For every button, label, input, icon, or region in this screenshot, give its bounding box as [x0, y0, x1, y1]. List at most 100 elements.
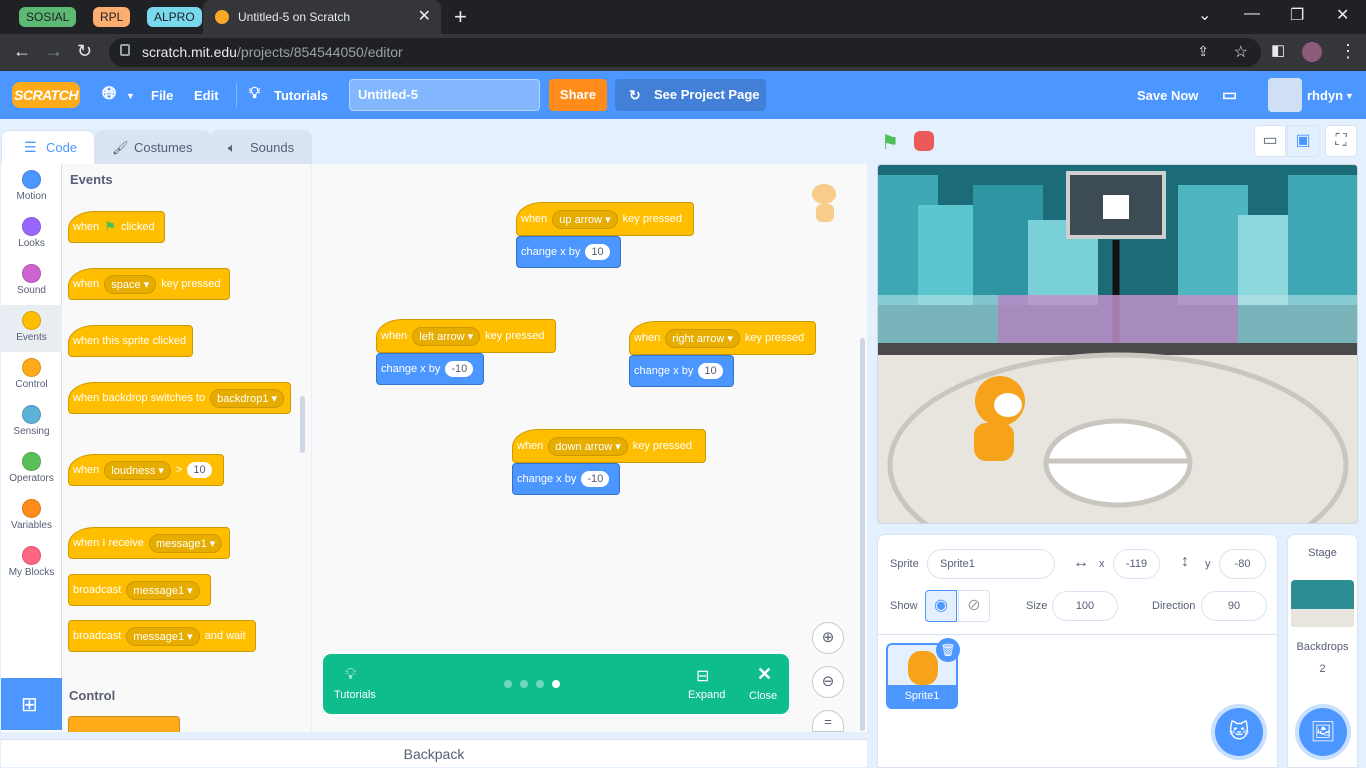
message-dropdown[interactable]: message1 ▾ [126, 580, 200, 600]
see-project-page-button[interactable]: ↻ See Project Page [615, 79, 766, 111]
close-window-icon[interactable]: ✕ [1336, 5, 1349, 25]
username-menu[interactable]: rhdyn [1307, 88, 1343, 103]
number-input[interactable]: 10 [585, 244, 610, 260]
backdrop-dropdown[interactable]: backdrop1 ▾ [210, 388, 285, 408]
stage-selector[interactable]: Stage Backdrops 2 🖼︎ [1287, 534, 1358, 768]
new-tab-button[interactable]: + [454, 4, 467, 30]
tutorial-page-dot[interactable] [504, 680, 512, 688]
address-bar[interactable]: scratch.mit.edu/projects/854544050/edito… [109, 38, 1261, 67]
share-button[interactable]: Share [549, 79, 607, 111]
project-title-input[interactable]: Untitled-5 [349, 79, 540, 111]
block-when-i-receive[interactable]: when I receive message1 ▾ [68, 527, 230, 559]
block-when-sprite-clicked[interactable]: when this sprite clicked [68, 325, 193, 357]
category-control[interactable]: Control [1, 358, 62, 390]
scratch-logo[interactable]: SCRATCH [12, 82, 80, 108]
category-sound[interactable]: Sound [1, 264, 62, 296]
tutorials-button[interactable]: Tutorials [334, 689, 376, 701]
script-left-arrow-change-x[interactable]: change x by -10 [376, 353, 484, 385]
maximize-icon[interactable]: ❐ [1290, 5, 1304, 25]
category-my-blocks[interactable]: My Blocks [1, 546, 62, 578]
size-input[interactable]: 100 [1052, 591, 1118, 621]
script-up-arrow-hat[interactable]: when up arrow ▾ key pressed [516, 202, 694, 236]
key-dropdown[interactable]: down arrow ▾ [548, 436, 628, 456]
number-input[interactable]: -10 [445, 361, 474, 377]
y-input[interactable]: -80 [1219, 549, 1266, 579]
tab-group-alpro[interactable]: ALPRO [147, 7, 202, 27]
number-input[interactable]: 10 [187, 462, 212, 478]
stop-sign-icon[interactable] [914, 131, 934, 151]
large-stage-icon[interactable]: ▣ [1287, 125, 1319, 157]
tutorials-menu[interactable]: Tutorials [274, 88, 328, 103]
user-avatar[interactable] [1268, 78, 1302, 112]
fullscreen-icon[interactable]: ⛶ [1325, 125, 1357, 157]
add-sprite-icon[interactable]: 🐱︎ [1215, 708, 1263, 756]
category-operators[interactable]: Operators [1, 452, 62, 484]
profile-avatar[interactable] [1302, 42, 1322, 62]
hide-icon[interactable]: ⊘ [958, 590, 990, 622]
script-right-arrow-change-x[interactable]: change x by 10 [629, 355, 734, 387]
block-when-key-pressed[interactable]: when space ▾ key pressed [68, 268, 230, 300]
close-button[interactable]: Close [749, 690, 777, 702]
tutorial-page-dot-active[interactable] [552, 680, 560, 688]
browser-menu-icon[interactable]: ⋮ [1339, 41, 1357, 62]
add-extension-button[interactable]: ⊞ [1, 678, 62, 730]
close-tab-icon[interactable]: ✕ [418, 6, 431, 26]
save-now-button[interactable]: Save Now [1137, 88, 1198, 103]
key-dropdown[interactable]: space ▾ [104, 274, 157, 294]
workspace-scrollbar[interactable] [860, 338, 865, 731]
zoom-in-icon[interactable]: ⊕ [812, 622, 844, 654]
sprite-name-input[interactable]: Sprite1 [927, 549, 1055, 579]
tutorial-page-dot[interactable] [536, 680, 544, 688]
script-left-arrow-hat[interactable]: when left arrow ▾ key pressed [376, 319, 556, 353]
key-dropdown[interactable]: left arrow ▾ [412, 326, 481, 346]
category-events[interactable]: Events [1, 305, 62, 352]
category-looks[interactable]: Looks [1, 217, 62, 249]
tutorial-page-dot[interactable] [520, 680, 528, 688]
block-wait-partial[interactable] [68, 716, 180, 732]
side-panel-icon[interactable]: ◧ [1271, 41, 1285, 59]
message-dropdown[interactable]: message1 ▾ [126, 626, 200, 646]
category-sensing[interactable]: Sensing [1, 405, 62, 437]
tab-group-sosial[interactable]: SOSIAL [19, 7, 77, 27]
tab-search-icon[interactable]: ⌄ [1198, 5, 1211, 25]
back-icon[interactable]: ← [13, 41, 31, 62]
key-dropdown[interactable]: right arrow ▾ [665, 328, 740, 348]
my-stuff-folder-icon[interactable]: ▭ [1222, 85, 1237, 105]
tab-sounds[interactable]: 🔈︎ Sounds [211, 130, 312, 165]
number-input[interactable]: 10 [698, 363, 723, 379]
small-stage-icon[interactable]: ▭ [1254, 125, 1286, 157]
minimize-icon[interactable]: — [1244, 5, 1260, 23]
x-input[interactable]: -119 [1113, 549, 1160, 579]
script-right-arrow-hat[interactable]: when right arrow ▾ key pressed [629, 321, 816, 355]
block-when-flag-clicked[interactable]: when ⚑ clicked [68, 211, 165, 243]
add-backdrop-icon[interactable]: 🖼︎ [1299, 708, 1347, 756]
backpack[interactable]: Backpack [1, 739, 867, 767]
block-broadcast-and-wait[interactable]: broadcast message1 ▾ and wait [68, 620, 256, 652]
language-globe-icon[interactable]: 🌐︎ [102, 83, 116, 104]
expand-button[interactable]: Expand [688, 689, 725, 701]
number-input[interactable]: -10 [581, 471, 610, 487]
direction-input[interactable]: 90 [1201, 591, 1267, 621]
script-down-arrow-change-x[interactable]: change x by -10 [512, 463, 620, 495]
stage-canvas[interactable] [877, 164, 1358, 524]
palette-scrollbar[interactable] [300, 396, 305, 453]
key-dropdown[interactable]: up arrow ▾ [552, 209, 618, 229]
tab-group-rpl[interactable]: RPL [93, 7, 131, 27]
category-motion[interactable]: Motion [1, 170, 62, 202]
reload-icon[interactable]: ↻ [77, 41, 92, 62]
tab-costumes[interactable]: 🖌︎ Costumes [95, 130, 211, 165]
block-when-loudness[interactable]: when loudness ▾ >10 [68, 454, 224, 486]
block-broadcast[interactable]: broadcast message1 ▾ [68, 574, 211, 606]
green-flag-icon[interactable]: ⚑ [881, 130, 899, 155]
file-menu[interactable]: File [151, 88, 173, 103]
sensor-dropdown[interactable]: loudness ▾ [104, 460, 171, 480]
forward-icon[interactable]: → [45, 41, 63, 62]
browser-tab-active[interactable]: Untitled-5 on Scratch ✕ [203, 0, 441, 34]
block-when-backdrop-switches[interactable]: when backdrop switches to backdrop1 ▾ [68, 382, 291, 414]
delete-sprite-icon[interactable]: 🗑︎ [936, 638, 960, 662]
script-down-arrow-hat[interactable]: when down arrow ▾ key pressed [512, 429, 706, 463]
message-dropdown[interactable]: message1 ▾ [148, 533, 223, 553]
zoom-out-icon[interactable]: ⊖ [812, 666, 844, 698]
bookmark-star-icon[interactable]: ☆ [1234, 42, 1248, 62]
tab-code[interactable]: ☰ Code [1, 130, 95, 165]
